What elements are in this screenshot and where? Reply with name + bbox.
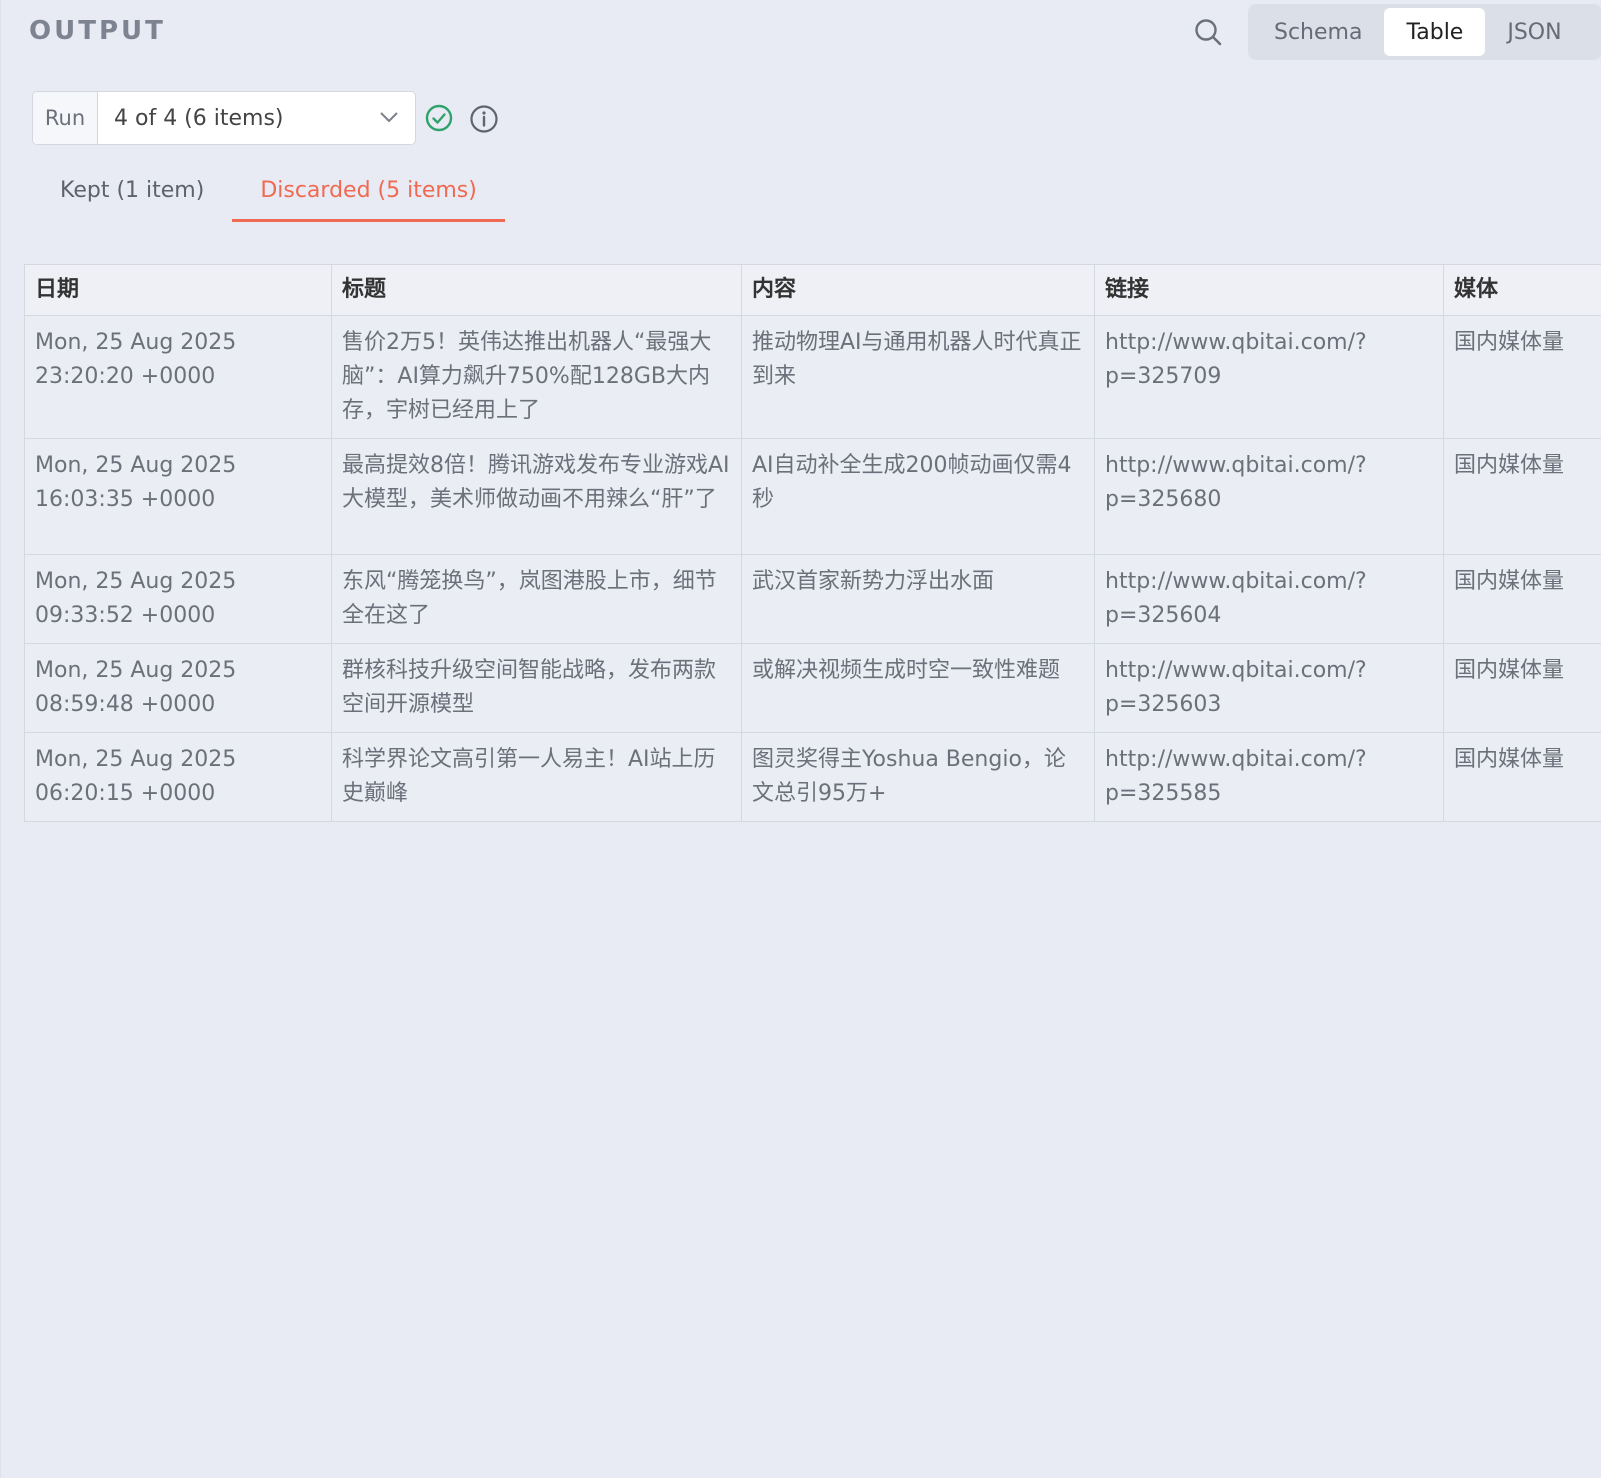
cell-content: 推动物理AI与通用机器人时代真正到来 <box>741 315 1095 439</box>
cell-media: 国内媒体量 <box>1443 315 1601 439</box>
search-icon[interactable] <box>1193 17 1223 47</box>
output-panel: OUTPUT Schema Table JSON Run 4 of 4 (6 i… <box>0 0 1601 1478</box>
run-selector-label: Run <box>33 92 98 144</box>
run-selector-dropdown[interactable]: 4 of 4 (6 items) <box>98 92 415 144</box>
cell-date: Mon, 25 Aug 2025 06:20:15 +0000 <box>24 732 332 822</box>
output-table: 日期 标题 内容 链接 媒体 Mon, 25 Aug 2025 23:20:20… <box>24 264 1601 822</box>
cell-media: 国内媒体量 <box>1443 438 1601 555</box>
success-check-icon <box>425 104 453 132</box>
tab-kept[interactable]: Kept (1 item) <box>32 170 232 222</box>
table-row: Mon, 25 Aug 2025 23:20:20 +0000 售价2万5！英伟… <box>24 315 1601 439</box>
cell-content: 武汉首家新势力浮出水面 <box>741 554 1095 644</box>
run-selector-value: 4 of 4 (6 items) <box>114 105 284 131</box>
chevron-down-icon <box>380 112 398 123</box>
cell-link: http://www.qbitai.com/?p=325709 <box>1094 315 1444 439</box>
cell-content: 或解决视频生成时空一致性难题 <box>741 643 1095 733</box>
column-header-date[interactable]: 日期 <box>24 264 332 316</box>
cell-media: 国内媒体量 <box>1443 643 1601 733</box>
table-header-row: 日期 标题 内容 链接 媒体 <box>24 264 1601 316</box>
cell-link: http://www.qbitai.com/?p=325680 <box>1094 438 1444 555</box>
column-header-title[interactable]: 标题 <box>331 264 742 316</box>
table-row: Mon, 25 Aug 2025 06:20:15 +0000 科学界论文高引第… <box>24 732 1601 822</box>
run-selector[interactable]: Run 4 of 4 (6 items) <box>32 91 416 145</box>
cell-content: 图灵奖得主Yoshua Bengio，论文总引95万+ <box>741 732 1095 822</box>
output-tabs: Kept (1 item) Discarded (5 items) <box>32 170 505 224</box>
cell-link: http://www.qbitai.com/?p=325585 <box>1094 732 1444 822</box>
cell-media: 国内媒体量 <box>1443 554 1601 644</box>
cell-link: http://www.qbitai.com/?p=325603 <box>1094 643 1444 733</box>
cell-title: 群核科技升级空间智能战略，发布两款空间开源模型 <box>331 643 742 733</box>
view-schema-button[interactable]: Schema <box>1252 8 1384 56</box>
table-row: Mon, 25 Aug 2025 08:59:48 +0000 群核科技升级空间… <box>24 643 1601 733</box>
cell-media: 国内媒体量 <box>1443 732 1601 822</box>
column-header-link[interactable]: 链接 <box>1094 264 1444 316</box>
table-row: Mon, 25 Aug 2025 16:03:35 +0000 最高提效8倍！腾… <box>24 438 1601 555</box>
view-json-button[interactable]: JSON <box>1485 8 1583 56</box>
table-row: Mon, 25 Aug 2025 09:33:52 +0000 东风“腾笼换鸟”… <box>24 554 1601 644</box>
tab-discarded[interactable]: Discarded (5 items) <box>232 170 505 222</box>
column-header-media[interactable]: 媒体 <box>1443 264 1601 316</box>
cell-date: Mon, 25 Aug 2025 16:03:35 +0000 <box>24 438 332 555</box>
view-table-button[interactable]: Table <box>1384 8 1486 56</box>
info-icon[interactable] <box>469 104 499 134</box>
cell-date: Mon, 25 Aug 2025 23:20:20 +0000 <box>24 315 332 439</box>
panel-title: OUTPUT <box>29 16 166 46</box>
cell-link: http://www.qbitai.com/?p=325604 <box>1094 554 1444 644</box>
cell-content: AI自动补全生成200帧动画仅需4秒 <box>741 438 1095 555</box>
column-header-content[interactable]: 内容 <box>741 264 1095 316</box>
cell-title: 售价2万5！英伟达推出机器人“最强大脑”：AI算力飙升750%配128GB大内存… <box>331 315 742 439</box>
cell-title: 最高提效8倍！腾讯游戏发布专业游戏AI大模型，美术师做动画不用辣么“肝”了 <box>331 438 742 555</box>
cell-date: Mon, 25 Aug 2025 08:59:48 +0000 <box>24 643 332 733</box>
view-mode-toggle: Schema Table JSON <box>1248 4 1601 60</box>
cell-title: 东风“腾笼换鸟”，岚图港股上市，细节全在这了 <box>331 554 742 644</box>
cell-title: 科学界论文高引第一人易主！AI站上历史巅峰 <box>331 732 742 822</box>
cell-date: Mon, 25 Aug 2025 09:33:52 +0000 <box>24 554 332 644</box>
